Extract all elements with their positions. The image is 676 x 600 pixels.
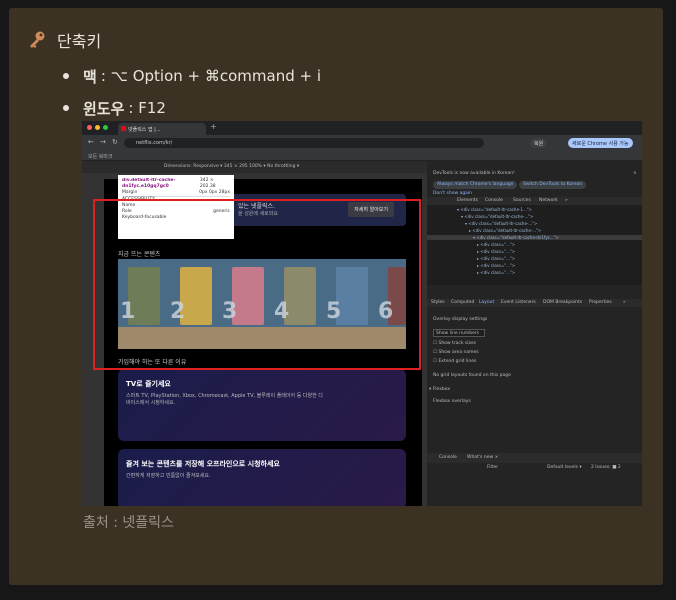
bullet-dot [63, 105, 69, 111]
console-filter-input[interactable]: Filter [487, 465, 498, 470]
netflix-favicon [121, 126, 126, 131]
styles-tabs: Styles Computed Layout Event Listeners D… [427, 299, 642, 307]
match-language-button[interactable]: Always match Chrome's language [433, 181, 518, 189]
bookmarks-bar: 모든 북마크 [82, 151, 642, 161]
close-icon[interactable]: × [633, 171, 637, 176]
dom-node[interactable]: ▸ <div class="..."> [477, 263, 515, 268]
tooltip-selector: div.default-ltr-cache-dn1fyc.e10gq7gc0 [122, 178, 176, 189]
tab-console-drawer[interactable]: Console [439, 455, 457, 460]
flexbox-overlays-label: Flexbox overlays [433, 399, 471, 404]
tooltip-label: Margin [122, 190, 138, 195]
reload-icon[interactable]: ↻ [112, 138, 118, 146]
forward-icon[interactable]: → [100, 138, 106, 146]
language-notice: DevTools is now available in Korean! [433, 171, 515, 176]
dom-node[interactable]: ▾ <div class="default-ltr-cache-dn1fyc..… [473, 235, 559, 240]
devtools-screenshot: 넷플릭스 앱 |... + ← → ↻ netflix.com/kr/ 복원 새… [82, 121, 642, 506]
dom-node[interactable]: ▾ <div class="default-ltr-cache-1..."> [457, 207, 532, 212]
reason-card: 즐겨 보는 콘텐츠를 저장해 오프라인으로 시청하세요 간편하게 저장하고 빈틈… [118, 449, 406, 506]
list-item: 윈도우 : F12 [63, 92, 321, 124]
tab-network[interactable]: Network [539, 198, 558, 203]
dom-node[interactable]: ▾ <div class="default-ltr-cache-..."> [461, 214, 533, 219]
tab-elements[interactable]: Elements [457, 198, 478, 203]
checkbox-label: Show area names [438, 350, 479, 355]
device-toolbar: Dimensions: Responsive ▾ 345 × 295 100% … [82, 161, 427, 173]
os-label: 맥 [83, 67, 97, 86]
tab-title: 넷플릭스 앱 |... [128, 127, 161, 133]
shortcut-callout: 단축키 맥 : ⌥ Option + ⌘command + i 윈도우 : F1… [9, 8, 663, 585]
device-toolbar-text[interactable]: Dimensions: Responsive ▾ 345 × 295 100% … [164, 164, 299, 169]
restore-chip[interactable]: 복원 [530, 138, 548, 148]
dom-node[interactable]: ▸ <div class="..."> [477, 270, 515, 275]
url-field[interactable]: netflix.com/kr/ [124, 138, 484, 148]
card-description: 스마트 TV, PlayStation, Xbox, Chromecast, A… [126, 393, 323, 406]
tab-properties[interactable]: Properties [589, 300, 612, 305]
tab-sources[interactable]: Sources [513, 198, 531, 203]
tab-more[interactable]: » [565, 198, 568, 203]
bookmarks-label[interactable]: 모든 북마크 [88, 154, 113, 160]
maximize-window-icon[interactable] [103, 125, 108, 130]
dom-node[interactable]: ▸ <div class="default-ltr-cache-..."> [469, 228, 541, 233]
dom-node[interactable]: ▸ <div class="..."> [477, 242, 515, 247]
tooltip-size: 342 × 202.38 [199, 178, 216, 189]
dont-show-link[interactable]: Don't show again [433, 191, 472, 196]
console-drawer-tabs: Console What's new × [427, 453, 642, 463]
checkbox-area-names[interactable]: ☐ Show area names [433, 350, 479, 355]
overlay-settings-title: Overlay display settings [433, 317, 488, 322]
checkbox-label: Show track sizes [438, 341, 476, 346]
issues-counter[interactable]: 2 Issues: ■ 2 [591, 465, 621, 470]
shortcut-keys: : F12 [128, 99, 166, 117]
log-levels-select[interactable]: Default levels ▾ [547, 465, 582, 470]
flexbox-section[interactable]: ▾ Flexbox [429, 387, 450, 392]
shortcut-list: 맥 : ⌥ Option + ⌘command + i 윈도우 : F12 [63, 60, 321, 124]
address-bar-row: ← → ↻ netflix.com/kr/ 복원 새로운 Chrome 사용 가… [82, 135, 642, 151]
tab-whats-new[interactable]: What's new × [467, 455, 498, 460]
close-window-icon[interactable] [87, 125, 92, 130]
select-value: Show line numbers [436, 331, 480, 336]
tab-styles[interactable]: Styles [431, 300, 445, 305]
checkbox-grid-lines[interactable]: ☐ Extend grid lines [433, 359, 476, 364]
tab-layout[interactable]: Layout [479, 300, 494, 305]
new-tab-icon[interactable]: + [210, 122, 217, 131]
no-grid-message: No grid layouts found on this page [433, 373, 511, 378]
tab-dom-breakpoints[interactable]: DOM Breakpoints [543, 300, 582, 305]
browser-tab[interactable]: 넷플릭스 앱 |... [118, 123, 206, 135]
tab-event-listeners[interactable]: Event Listeners [501, 300, 536, 305]
dom-node[interactable]: ▸ <div class="..."> [477, 256, 515, 261]
tooltip-value: 0px 0px 28px [199, 190, 230, 195]
card-title: 즐겨 보는 콘텐츠를 저장해 오프라인으로 시청하세요 [126, 460, 280, 468]
switch-korean-button[interactable]: Switch DevTools to Korean [519, 181, 587, 189]
tab-more[interactable]: » [623, 300, 626, 305]
devtools-tabs: Elements Console Sources Network » [427, 197, 642, 205]
page-viewport: 있는 넷플릭스. 을 성원에 새로와요 자세히 알아보기 지금 뜨는 콘텐츠 1… [82, 173, 427, 506]
os-label: 윈도우 [83, 99, 125, 118]
checkbox-track-sizes[interactable]: ☐ Show track sizes [433, 341, 476, 346]
callout-title: 단축키 [57, 32, 102, 51]
tab-console[interactable]: Console [485, 198, 503, 203]
elements-tree: ▾ <div class="default-ltr-cache-1..."> ▾… [427, 205, 642, 285]
layout-panel: Overlay display settings Show line numbe… [427, 307, 642, 437]
inspected-element-highlight [93, 199, 421, 370]
image-caption: 출처 : 넷플릭스 [83, 515, 174, 531]
dom-node[interactable]: ▾ <div class="default-ltr-cache-..."> [465, 221, 537, 226]
tab-computed[interactable]: Computed [451, 300, 474, 305]
browser-tab-bar: 넷플릭스 앱 |... + [82, 121, 642, 135]
reason-card: TV로 즐기세요 스마트 TV, PlayStation, Xbox, Chro… [118, 369, 406, 441]
key-icon [30, 31, 45, 48]
line-numbers-select[interactable]: Show line numbers [433, 329, 485, 337]
minimize-window-icon[interactable] [95, 125, 100, 130]
dom-node[interactable]: ▸ <div class="..."> [477, 249, 515, 254]
back-icon[interactable]: ← [88, 138, 94, 146]
console-toolbar: Filter Default levels ▾ 2 Issues: ■ 2 [427, 463, 642, 473]
list-item: 맥 : ⌥ Option + ⌘command + i [63, 60, 321, 92]
checkbox-label: Extend grid lines [438, 359, 477, 364]
card-description: 간편하게 저장하고 빈틈없이 즐겨보세요. [126, 473, 211, 479]
update-chrome-chip[interactable]: 새로운 Chrome 사용 가능 [568, 138, 633, 148]
devtools-panel: DevTools is now available in Korean! Alw… [427, 161, 642, 506]
bullet-dot [63, 73, 69, 79]
card-title: TV로 즐기세요 [126, 380, 171, 388]
url-text: netflix.com/kr/ [136, 140, 173, 146]
callout-heading: 단축키 [27, 28, 101, 52]
shortcut-keys: : ⌥ Option + ⌘command + i [100, 67, 321, 85]
